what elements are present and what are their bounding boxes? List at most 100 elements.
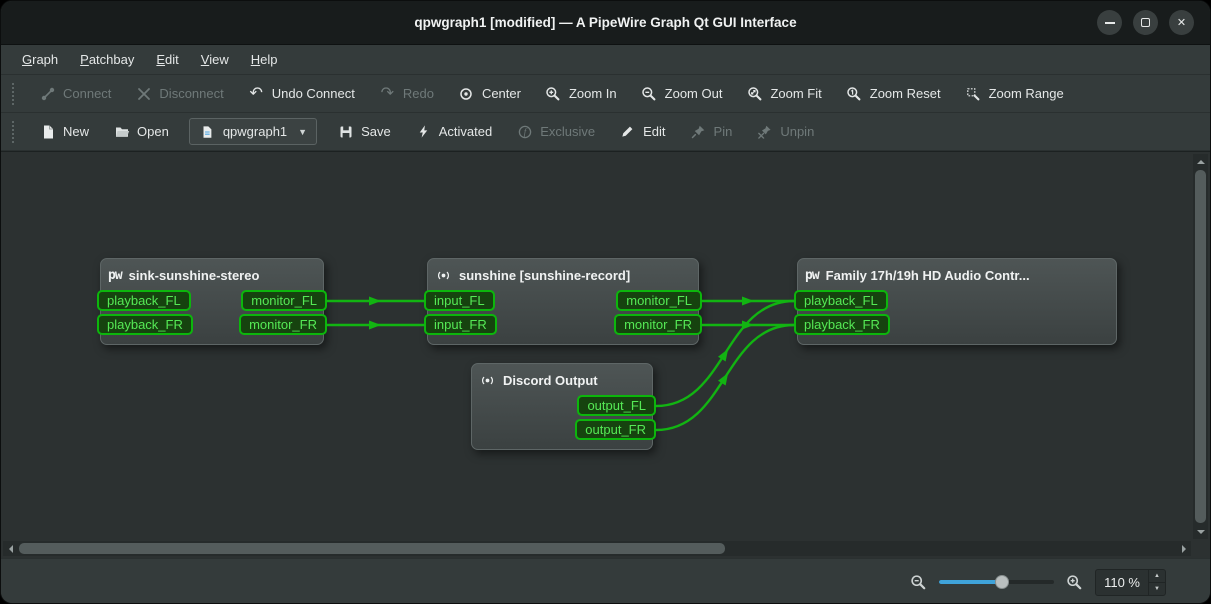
- patchbay-profile-select[interactable]: qpwgraph1 ▼: [189, 118, 317, 145]
- wire-arrow: [369, 297, 381, 306]
- node-title: Family 17h/19h HD Audio Contr...: [826, 268, 1030, 283]
- port-monitor-fl[interactable]: monitor_FL: [241, 290, 327, 311]
- zoom-reset-icon: [846, 85, 863, 102]
- center-button[interactable]: Center: [447, 79, 532, 108]
- zoom-in-button[interactable]: Zoom In: [534, 79, 628, 108]
- node-sunshine[interactable]: sunshine [sunshine-record] input_FL moni…: [427, 258, 699, 345]
- zoom-slider-fill: [939, 580, 1002, 584]
- node-sink-sunshine-stereo[interactable]: pw sink-sunshine-stereo playback_FL moni…: [100, 258, 324, 345]
- horizontal-scrollbar[interactable]: [3, 541, 1191, 556]
- zoom-out-icon[interactable]: [910, 574, 927, 591]
- spin-down-button[interactable]: ▼: [1149, 583, 1165, 595]
- open-button[interactable]: Open: [102, 117, 180, 146]
- menu-patchbay[interactable]: Patchbay: [71, 49, 143, 70]
- zoom-out-icon: [641, 85, 658, 102]
- center-label: Center: [482, 86, 521, 101]
- vertical-scrollbar-thumb[interactable]: [1195, 170, 1206, 523]
- vertical-scrollbar[interactable]: [1193, 154, 1208, 539]
- pin-label: Pin: [714, 124, 733, 139]
- node-title: sunshine [sunshine-record]: [459, 268, 630, 283]
- port-playback-fl[interactable]: playback_FL: [97, 290, 191, 311]
- node-header: Discord Output: [479, 367, 645, 393]
- node-header: pw sink-sunshine-stereo: [108, 262, 316, 288]
- menu-edit[interactable]: Edit: [147, 49, 187, 70]
- save-button[interactable]: Save: [326, 117, 402, 146]
- connect-icon: [39, 85, 56, 102]
- port-playback-fl[interactable]: playback_FL: [794, 290, 888, 311]
- window-controls: ✕: [1097, 1, 1194, 44]
- edit-label: Edit: [643, 124, 665, 139]
- activated-label: Activated: [439, 124, 492, 139]
- exclusive-label: Exclusive: [540, 124, 595, 139]
- zoom-range-label: Zoom Range: [989, 86, 1064, 101]
- zoom-reset-button[interactable]: Zoom Reset: [835, 79, 952, 108]
- triangle-right-icon: [1182, 545, 1190, 553]
- port-input-fl[interactable]: input_FL: [424, 290, 495, 311]
- node-family-hd-audio[interactable]: pw Family 17h/19h HD Audio Contr... play…: [797, 258, 1117, 345]
- document-icon: [199, 123, 216, 140]
- zoom-slider-handle[interactable]: [995, 575, 1009, 589]
- minimize-button[interactable]: [1097, 10, 1122, 35]
- port-monitor-fr[interactable]: monitor_FR: [614, 314, 702, 335]
- scroll-down-button[interactable]: [1193, 524, 1208, 539]
- close-button[interactable]: ✕: [1169, 10, 1194, 35]
- disconnect-icon: [135, 85, 152, 102]
- spin-buttons: ▲ ▼: [1148, 570, 1165, 595]
- toolbar-drag-handle[interactable]: [12, 83, 17, 105]
- exclusive-toggle: f Exclusive: [505, 117, 606, 146]
- edit-toggle[interactable]: Edit: [608, 117, 676, 146]
- undo-icon: ↶: [248, 85, 265, 102]
- spin-up-button[interactable]: ▲: [1149, 570, 1165, 583]
- maximize-icon: [1141, 18, 1150, 27]
- disconnect-button: Disconnect: [124, 79, 234, 108]
- open-folder-icon: [113, 123, 130, 140]
- menu-help[interactable]: Help: [242, 49, 287, 70]
- zoom-fit-icon: [746, 85, 763, 102]
- zoom-spinbox[interactable]: 110 % ▲ ▼: [1095, 569, 1166, 596]
- triangle-left-icon: [5, 545, 13, 553]
- port-monitor-fr[interactable]: monitor_FR: [239, 314, 327, 335]
- menu-view[interactable]: View: [192, 49, 238, 70]
- open-label: Open: [137, 124, 169, 139]
- statusbar: 110 % ▲ ▼: [1, 558, 1210, 604]
- zoom-out-button[interactable]: Zoom Out: [630, 79, 734, 108]
- scroll-left-button[interactable]: [3, 541, 18, 556]
- graph-canvas[interactable]: pw sink-sunshine-stereo playback_FL moni…: [1, 152, 1210, 558]
- toolbar-drag-handle-2[interactable]: [12, 121, 17, 143]
- node-title: sink-sunshine-stereo: [129, 268, 260, 283]
- port-output-fr[interactable]: output_FR: [575, 419, 656, 440]
- window-title: qpwgraph1 [modified] — A PipeWire Graph …: [414, 15, 796, 30]
- menubar: Graph Patchbay Edit View Help: [1, 45, 1210, 75]
- menu-graph[interactable]: Graph: [13, 49, 67, 70]
- lightning-icon: [415, 123, 432, 140]
- horizontal-scrollbar-thumb[interactable]: [19, 543, 725, 554]
- zoom-in-icon[interactable]: [1066, 574, 1083, 591]
- maximize-button[interactable]: [1133, 10, 1158, 35]
- new-button[interactable]: New: [28, 117, 100, 146]
- port-input-fr[interactable]: input_FR: [424, 314, 497, 335]
- port-output-fl[interactable]: output_FL: [577, 395, 656, 416]
- connect-button: Connect: [28, 79, 122, 108]
- pipewire-icon: pw: [805, 268, 819, 283]
- wire-arrow: [718, 347, 732, 362]
- zoom-out-label: Zoom Out: [665, 86, 723, 101]
- wire-arrow: [742, 321, 754, 330]
- port-playback-fr[interactable]: playback_FR: [97, 314, 193, 335]
- broadcast-icon: [479, 372, 496, 389]
- scroll-right-button[interactable]: [1176, 541, 1191, 556]
- zoom-slider[interactable]: [939, 573, 1054, 591]
- zoom-fit-button[interactable]: Zoom Fit: [735, 79, 832, 108]
- zoom-range-button[interactable]: Zoom Range: [954, 79, 1075, 108]
- node-discord-output[interactable]: Discord Output output_FL output_FR: [471, 363, 653, 450]
- scroll-up-button[interactable]: [1193, 154, 1208, 169]
- zoom-in-icon: [545, 85, 562, 102]
- port-playback-fr[interactable]: playback_FR: [794, 314, 890, 335]
- activated-toggle[interactable]: Activated: [404, 117, 503, 146]
- pipewire-icon: pw: [108, 268, 122, 283]
- undo-connect-button[interactable]: ↶ Undo Connect: [237, 79, 366, 108]
- port-monitor-fl[interactable]: monitor_FL: [616, 290, 702, 311]
- pin-button: Pin: [679, 117, 744, 146]
- new-label: New: [63, 124, 89, 139]
- connection-wires: [1, 152, 1210, 558]
- titlebar[interactable]: qpwgraph1 [modified] — A PipeWire Graph …: [1, 1, 1210, 45]
